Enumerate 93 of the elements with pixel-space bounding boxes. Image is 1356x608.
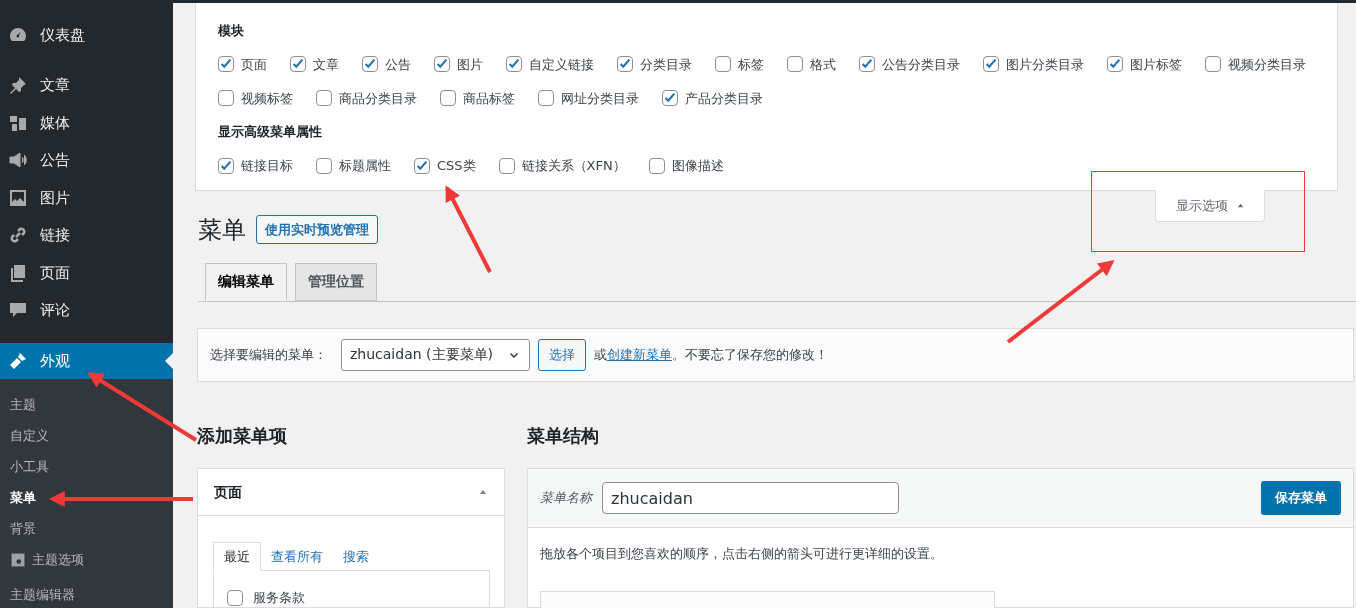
theme-logo-icon [10,551,26,568]
option-label: 产品分类目录 [685,89,763,108]
option-label: 公告 [385,55,411,74]
option-label: 商品分类目录 [339,89,417,108]
option-label: 标签 [738,55,764,74]
checkbox[interactable] [316,90,332,107]
option-label: 分类目录 [640,55,692,74]
sidebar-item[interactable]: 外观 [0,343,173,379]
sidebar-item[interactable]: 公告 [0,141,173,179]
pushpin-icon [8,75,28,96]
section-heading: 模块 [218,21,245,40]
panel-tab[interactable]: 查看所有 [261,542,333,571]
link-icon [8,225,28,246]
checkbox[interactable] [648,157,665,174]
option-label: 图像描述 [671,157,724,176]
sidebar-item[interactable]: 页面 [0,254,173,292]
submenu-item[interactable]: 背景 [0,513,173,544]
option-label: 页面 [241,55,267,74]
screen-options-tab[interactable]: 显示选项 [1155,189,1265,222]
section-heading: 菜单结构 [527,424,600,448]
checkbox[interactable] [290,56,306,73]
option-label: 标题属性 [339,157,391,176]
pages-icon [8,262,28,283]
submenu-item[interactable]: 菜单 [0,482,173,513]
option-label: 图片分类目录 [1006,55,1084,74]
checkbox[interactable] [1205,56,1221,73]
option-label: 链接关系（XFN） [521,157,626,176]
menu-pointer [165,353,173,369]
option-label: 文章 [313,55,339,74]
checkbox[interactable] [440,90,456,107]
panel-tab[interactable]: 搜索 [333,542,379,571]
section-heading: 显示高级菜单属性 [218,123,323,142]
sidebar-item[interactable]: 评论 [0,291,173,329]
checkbox[interactable] [859,56,875,73]
option-label: 图片标签 [1130,55,1182,74]
option-label: CSS类 [437,157,476,176]
live-preview-button[interactable]: 使用实时预览管理 [256,215,378,245]
option-label: 商品标签 [463,89,515,108]
checkbox[interactable] [1107,56,1123,73]
option-label: 视频分类目录 [1228,55,1306,74]
checkbox[interactable] [983,56,999,73]
image-icon [8,187,28,208]
select-button[interactable]: 选择 [538,338,586,371]
checkbox[interactable] [227,589,243,606]
checkbox[interactable] [316,157,332,174]
checkbox[interactable] [787,56,803,73]
option-label: 图片 [457,55,483,74]
select-label: 选择要编辑的菜单： [210,346,327,365]
tab[interactable]: 编辑菜单 [205,262,287,301]
sidebar-item[interactable]: 文章 [0,66,173,104]
create-menu-link[interactable]: 创建新菜单 [607,347,672,363]
checkbox[interactable] [218,56,234,73]
menu-name-field[interactable]: zhucaidan [602,482,899,514]
field-label: 菜单名称 [540,489,592,508]
panel-tab[interactable]: 最近 [213,542,261,571]
submenu-item[interactable]: 主题选项 [0,544,173,575]
checkbox[interactable] [218,157,234,174]
sidebar-item[interactable]: 媒体 [0,104,173,142]
option-label: 视频标签 [241,89,293,108]
section-heading: 添加菜单项 [197,424,288,448]
checkbox[interactable] [662,90,678,107]
checkbox[interactable] [434,56,450,73]
sidebar-item[interactable]: 仪表盘 [0,16,173,54]
sidebar-item[interactable]: 链接 [0,216,173,254]
submenu-item[interactable]: 主题 [0,389,173,420]
sidebar-item[interactable]: 图片 [0,179,173,217]
checkbox[interactable] [498,157,515,174]
instructions-text: 拖放各个项目到您喜欢的顺序，点击右侧的箭头可进行更详细的设置。 [539,545,944,563]
checkbox[interactable] [218,90,234,107]
checkbox[interactable] [506,56,522,73]
submenu-item[interactable]: 自定义 [0,420,173,451]
option-label: 链接目标 [241,157,293,176]
checkbox[interactable] [414,157,430,174]
megaphone-icon [8,150,28,171]
tab[interactable]: 管理位置 [295,262,377,301]
submenu-item[interactable]: 小工具 [0,451,173,482]
option-label: 网址分类目录 [561,89,639,108]
hint-text: 或创建新菜单。不要忘了保存您的修改！ [594,346,828,365]
page-title: 菜单 [198,214,246,246]
dropdown-value: zhucaidan (主要菜单) [350,345,493,365]
option-label: 格式 [810,55,836,74]
checkbox[interactable] [362,56,378,73]
option-label: 自定义链接 [529,55,594,74]
paintbrush-icon [8,351,28,371]
menu-dropdown[interactable]: zhucaidan (主要菜单) [341,338,530,371]
checkbox[interactable] [715,56,731,73]
checkbox[interactable] [538,90,554,107]
option-label: 公告分类目录 [882,55,960,74]
save-menu-button[interactable]: 保存菜单 [1261,481,1341,515]
panel-title[interactable]: 页面 [214,481,242,503]
checkbox[interactable] [617,56,633,73]
item-label: 服务条款 [253,589,305,607]
submenu-item[interactable]: 主题编辑器 [0,579,173,608]
